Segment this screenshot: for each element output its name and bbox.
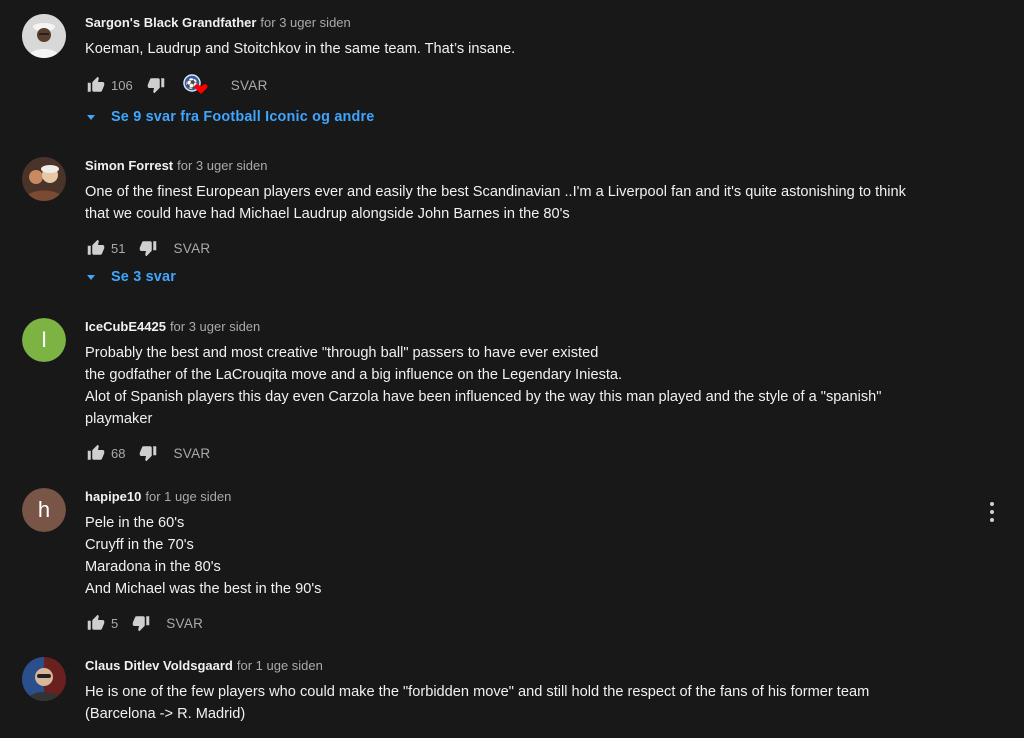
like-count: 68 (111, 445, 126, 461)
more-vert-icon (990, 510, 994, 514)
like-count: 5 (111, 615, 119, 631)
comment-line: And Michael was the best in the 90's (85, 581, 322, 597)
comment-text: Probably the best and most creative "thr… (85, 342, 1012, 430)
comment-line: One of the finest European players ever … (85, 184, 906, 200)
more-actions-button[interactable] (988, 502, 996, 522)
comment-line: Maradona in the 80's (85, 559, 221, 575)
caret-down-icon (87, 114, 95, 120)
comment-actions: 51 SVAR (85, 236, 1012, 260)
dislike-button[interactable] (145, 74, 167, 96)
comment-text: Koeman, Laudrup and Stoitchkov in the sa… (85, 38, 1012, 60)
comment-line: Cruyff in the 70's (85, 537, 194, 553)
thumbs-down-icon (147, 78, 164, 94)
comment-body: Claus Ditlev Voldsgaard for 1 uge siden H… (85, 657, 1012, 725)
thumbs-up-icon (87, 444, 105, 460)
thumbs-down-icon (132, 616, 150, 632)
reply-button[interactable]: SVAR (173, 446, 210, 461)
comment-body: Sargon's Black Grandfather for 3 uger sid… (85, 14, 1012, 125)
like-count: 51 (111, 240, 126, 256)
comment-text: One of the finest European players ever … (85, 181, 1012, 225)
view-replies-button[interactable]: Se 9 svar fra Football Iconic og andre (85, 109, 1012, 125)
comment-author[interactable]: hapipe10 (85, 489, 141, 504)
comment-body: hapipe10 for 1 uge siden Pele in the 60's… (85, 488, 1012, 635)
caret-down-icon (87, 274, 95, 280)
comment-header: hapipe10 for 1 uge siden (85, 488, 1012, 506)
comment-author[interactable]: Simon Forrest (85, 158, 173, 173)
creator-heart-badge: ⚽ (182, 74, 209, 96)
reply-button[interactable]: SVAR (231, 78, 268, 93)
dislike-button[interactable] (137, 442, 159, 464)
comment-time[interactable]: for 1 uge siden (145, 489, 231, 504)
comment-line: Koeman, Laudrup and Stoitchkov in the sa… (85, 41, 516, 57)
view-replies-button[interactable]: Se 3 svar (85, 269, 1012, 285)
comment-header: IceCubE4425 for 3 uger siden (85, 318, 1012, 336)
thumbs-up-icon (87, 614, 105, 630)
like-button[interactable] (85, 442, 107, 464)
comments-section: Sargon's Black Grandfather for 3 uger sid… (0, 0, 1024, 738)
reply-button[interactable]: SVAR (166, 616, 203, 631)
avatar[interactable] (22, 157, 66, 201)
comment-header: Simon Forrest for 3 uger siden (85, 157, 1012, 175)
more-vert-icon (990, 518, 994, 522)
comment-time[interactable]: for 3 uger siden (177, 158, 267, 173)
thumbs-down-icon (140, 446, 157, 462)
comment-time[interactable]: for 1 uge siden (237, 658, 323, 673)
view-replies-label: Se 9 svar fra Football Iconic og andre (111, 109, 375, 125)
like-button[interactable] (85, 237, 107, 259)
comment-line: playmaker (85, 411, 153, 427)
comment-time[interactable]: for 3 uger siden (170, 319, 260, 334)
comment-time[interactable]: for 3 uger siden (260, 15, 350, 30)
dislike-button[interactable] (137, 237, 159, 259)
comment-text: Pele in the 60's Cruyff in the 70's Mara… (85, 512, 1012, 600)
comment-actions: 5 SVAR (85, 611, 1012, 635)
comment-line: He is one of the few players who could m… (85, 684, 870, 700)
thumbs-up-icon (87, 239, 105, 255)
thumbs-down-icon (140, 241, 157, 257)
comment-line: Pele in the 60's (85, 515, 185, 531)
comment-body: Simon Forrest for 3 uger siden One of the… (85, 157, 1012, 285)
comment-line: Alot of Spanish players this day even Ca… (85, 389, 882, 405)
thumbs-up-icon (87, 76, 105, 92)
like-button[interactable] (85, 612, 107, 634)
comment-header: Claus Ditlev Voldsgaard for 1 uge siden (85, 657, 1012, 675)
like-button[interactable] (85, 74, 107, 96)
comment-actions: 106 ⚽ SVAR (85, 73, 1012, 97)
avatar-letter: I (22, 318, 66, 362)
dislike-button[interactable] (130, 612, 152, 634)
avatar[interactable] (22, 657, 66, 701)
comment-line: (Barcelona -> R. Madrid) (85, 706, 246, 722)
like-count: 106 (111, 77, 133, 93)
comment-line: the godfather of the LaCrouqita move and… (85, 367, 623, 383)
avatar[interactable]: I (22, 318, 66, 362)
avatar[interactable] (22, 14, 66, 58)
comment-header: Sargon's Black Grandfather for 3 uger sid… (85, 14, 1012, 32)
comment-author[interactable]: IceCubE4425 (85, 319, 166, 334)
more-vert-icon (990, 502, 994, 506)
comment-text: He is one of the few players who could m… (85, 681, 1012, 725)
comment-line: Probably the best and most creative "thr… (85, 345, 599, 361)
comment-author[interactable]: Sargon's Black Grandfather (85, 15, 256, 30)
avatar[interactable]: h (22, 488, 66, 532)
comment-author[interactable]: Claus Ditlev Voldsgaard (85, 658, 233, 673)
comment-body: IceCubE4425 for 3 uger siden Probably the… (85, 318, 1012, 465)
comment-actions: 68 SVAR (85, 441, 1012, 465)
creator-heart-icon: ⚽ (182, 74, 208, 94)
avatar-letter: h (22, 488, 66, 532)
reply-button[interactable]: SVAR (173, 241, 210, 256)
view-replies-label: Se 3 svar (111, 269, 177, 285)
comment-line: that we could have had Michael Laudrup a… (85, 206, 570, 222)
